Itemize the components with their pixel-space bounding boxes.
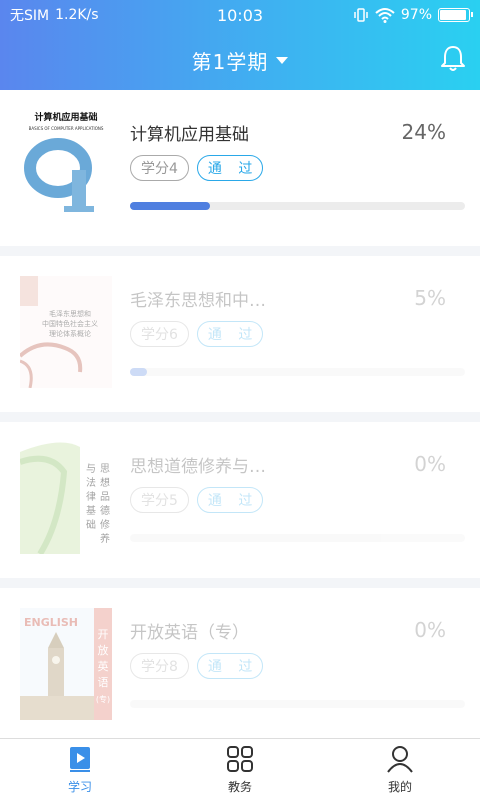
course-cover-morality: 与 法 律 基 础 思 想 品 德 修 养 (20, 442, 112, 554)
tab-academic[interactable]: 教务 (160, 739, 320, 800)
course-percent: 0% (414, 452, 446, 476)
course-list: 计算机应用基础 BASICS OF COMPUTER APPLICATIONS … (0, 90, 480, 754)
bottom-tab-bar: 学习 教务 我的 (0, 738, 480, 800)
credit-badge: 学分6 (130, 321, 189, 347)
svg-text:英: 英 (98, 659, 109, 673)
cover-subtitle: BASICS OF COMPUTER APPLICATIONS (29, 126, 104, 131)
svg-text:开: 开 (98, 628, 109, 641)
course-cover-english: ENGLISH 开 放 英 语 (专) (20, 608, 112, 720)
svg-text:养: 养 (100, 532, 110, 545)
status-badge: 通 过 (196, 653, 264, 679)
course-info: 毛泽东思想和中… 5% 学分6 通 过 (130, 286, 465, 376)
tab-label: 我的 (387, 780, 412, 794)
course-info: 开放英语（专） 0% 学分8 通 过 (130, 618, 465, 708)
status-badge: 通 过 (196, 321, 264, 347)
credit-badge: 学分4 (130, 155, 189, 181)
tab-mine[interactable]: 我的 (320, 739, 480, 800)
app-header: 无SIM 1.2K/s 10:03 97% 第1学期 (0, 0, 480, 90)
svg-text:法: 法 (86, 476, 96, 489)
course-card[interactable]: ENGLISH 开 放 英 语 (专) 开放英语（专） 0% 学分8 通 过 (0, 588, 480, 744)
battery-icon (438, 8, 473, 22)
status-badge: 通 过 (196, 155, 264, 181)
course-percent: 24% (401, 120, 446, 144)
svg-text:放: 放 (98, 643, 109, 657)
user-icon (387, 746, 413, 773)
svg-text:中国特色社会主义: 中国特色社会主义 (42, 319, 98, 328)
course-percent: 0% (414, 618, 446, 642)
cover-title: 计算机应用基础 (34, 111, 97, 123)
grid-icon (227, 746, 253, 772)
svg-text:与: 与 (86, 463, 96, 475)
semester-selector[interactable]: 第1学期 (192, 46, 269, 75)
course-name[interactable]: 开放英语（专） (130, 618, 456, 643)
study-icon (70, 747, 90, 772)
course-info: 计算机应用基础 24% 学分4 通 过 (130, 120, 465, 210)
status-badge: 通 过 (196, 487, 264, 513)
svg-text:基: 基 (86, 504, 96, 517)
tab-study[interactable]: 学习 (0, 739, 160, 800)
svg-text:修: 修 (100, 518, 110, 531)
svg-text:想: 想 (100, 476, 110, 489)
bell-icon[interactable] (440, 44, 466, 72)
course-cover-computer: 计算机应用基础 BASICS OF COMPUTER APPLICATIONS (20, 110, 112, 222)
svg-text:品: 品 (100, 491, 110, 503)
svg-text:德: 德 (100, 504, 110, 517)
svg-text:理论体系概论: 理论体系概论 (49, 329, 91, 338)
title-bar: 第1学期 (0, 30, 480, 90)
course-cover-mao: 毛泽东思想和 中国特色社会主义 理论体系概论 (20, 276, 112, 388)
status-bar: 无SIM 1.2K/s 10:03 97% (0, 0, 480, 30)
credit-badge: 学分5 (130, 487, 189, 513)
credit-badge: 学分8 (130, 653, 189, 679)
course-name[interactable]: 思想道德修养与… (130, 452, 456, 477)
course-card[interactable]: 计算机应用基础 BASICS OF COMPUTER APPLICATIONS … (0, 90, 480, 246)
svg-text:毛泽东思想和: 毛泽东思想和 (49, 309, 91, 318)
tab-label: 学习 (67, 780, 92, 794)
progress-fill (130, 368, 147, 376)
svg-text:语: 语 (98, 676, 109, 689)
svg-text:思: 思 (100, 463, 110, 475)
cover-english: ENGLISH (24, 616, 78, 629)
cover-sub: (专) (96, 694, 110, 704)
svg-text:律: 律 (86, 490, 96, 503)
tab-label: 教务 (227, 780, 252, 794)
course-info: 思想道德修养与… 0% 学分5 通 过 (130, 452, 465, 542)
progress-bar (130, 202, 465, 210)
course-percent: 5% (414, 286, 446, 310)
course-card[interactable]: 与 法 律 基 础 思 想 品 德 修 养 思想道德修养与… 0% 学分5 通 … (0, 422, 480, 578)
course-card[interactable]: 毛泽东思想和 中国特色社会主义 理论体系概论 毛泽东思想和中… 5% 学分6 通… (0, 256, 480, 412)
progress-bar (130, 534, 465, 542)
progress-bar (130, 368, 465, 376)
svg-text:础: 础 (86, 519, 96, 531)
progress-fill (130, 202, 211, 210)
progress-bar (130, 700, 465, 708)
clock: 10:03 (216, 6, 264, 25)
course-name[interactable]: 毛泽东思想和中… (130, 286, 456, 311)
chevron-down-icon[interactable] (276, 56, 289, 64)
